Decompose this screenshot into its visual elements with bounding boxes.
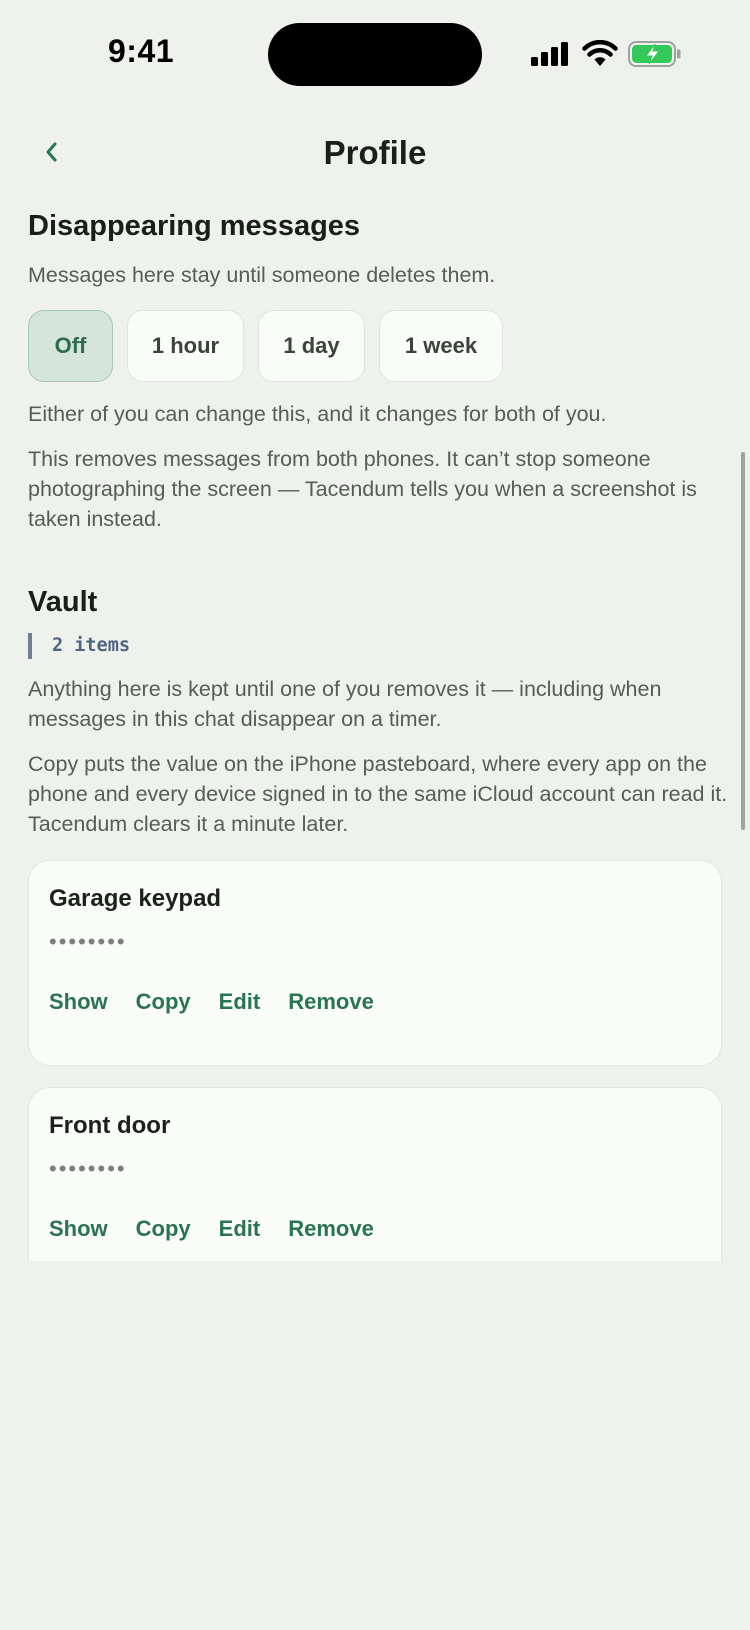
vault-title: Vault (28, 586, 98, 618)
edit-button[interactable]: Edit (219, 1216, 261, 1242)
vault-item-card: Front door •••••••• Show Copy Edit Remov… (28, 1087, 722, 1261)
timer-option-1-hour[interactable]: 1 hour (127, 310, 244, 382)
status-bar: 9:41 (0, 0, 750, 100)
page-title: Profile (323, 134, 427, 171)
vault-copy-note: Copy puts the value on the iPhone pasteb… (28, 752, 728, 836)
edit-button[interactable]: Edit (219, 989, 261, 1015)
vault-retention-note: Anything here is kept until one of you r… (28, 677, 662, 731)
vault-item-actions: Show Copy Edit Remove (49, 1216, 402, 1242)
battery-charging-icon (628, 41, 681, 67)
timer-option-1-week[interactable]: 1 week (379, 310, 503, 382)
timer-option-off[interactable]: Off (28, 310, 113, 382)
copy-button[interactable]: Copy (136, 989, 191, 1015)
vault-item-actions: Show Copy Edit Remove (49, 989, 402, 1015)
vault-item-card: Garage keypad •••••••• Show Copy Edit Re… (28, 860, 722, 1066)
vault-item-count: 2 items (28, 633, 130, 659)
cellular-signal-icon (531, 42, 568, 66)
remove-button[interactable]: Remove (288, 989, 374, 1015)
vault-item-title: Garage keypad (49, 885, 222, 912)
disappearing-shared-note: Either of you can change this, and it ch… (28, 402, 607, 426)
navigation-bar: Profile (0, 120, 750, 186)
wifi-icon (582, 40, 618, 66)
dynamic-island (268, 23, 482, 86)
vault-item-title: Front door (49, 1112, 171, 1139)
disappearing-messages-title: Disappearing messages (28, 210, 361, 242)
status-time: 9:41 (108, 33, 175, 69)
disappearing-screenshot-note: This removes messages from both phones. … (28, 447, 697, 531)
timer-option-1-day[interactable]: 1 day (258, 310, 365, 382)
show-button[interactable]: Show (49, 989, 108, 1015)
scroll-indicator[interactable] (741, 452, 745, 830)
disappearing-messages-description: Messages here stay until someone deletes… (28, 263, 496, 287)
show-button[interactable]: Show (49, 1216, 108, 1242)
remove-button[interactable]: Remove (288, 1216, 374, 1242)
copy-button[interactable]: Copy (136, 1216, 191, 1242)
vault-item-masked-value: •••••••• (49, 1156, 127, 1181)
vault-item-masked-value: •••••••• (49, 929, 127, 954)
